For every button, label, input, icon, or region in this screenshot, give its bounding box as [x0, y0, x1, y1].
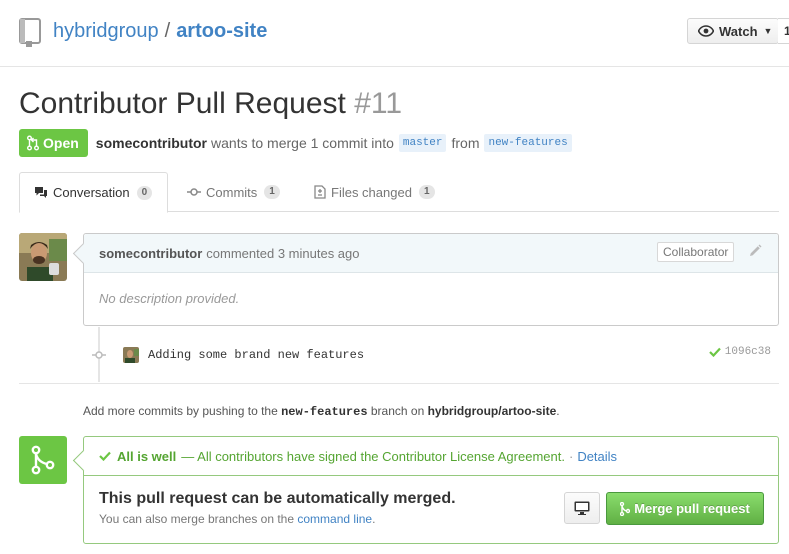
push-hint-branch: new-features [281, 405, 368, 419]
merge-subtext-period: . [372, 512, 376, 526]
tab-counter: 1 [264, 185, 280, 199]
role-badge: Collaborator [657, 242, 735, 262]
watch-label: Watch [719, 23, 758, 39]
divider [19, 383, 779, 384]
push-hint-period: . [556, 404, 560, 418]
tab-conversation[interactable]: Conversation 0 [19, 172, 168, 213]
commit-icon [92, 351, 106, 359]
merge-status-row: All is well — All contributors have sign… [84, 437, 778, 476]
push-hint-text: branch on [370, 404, 425, 418]
status-badge: Open [19, 129, 88, 157]
tab-commits[interactable]: Commits 1 [187, 172, 280, 212]
merge-subtext-text: You can also merge branches on the [99, 512, 295, 526]
comment-timestamp[interactable]: commented 3 minutes ago [206, 246, 359, 261]
tab-label: Commits [206, 184, 258, 200]
from-word: from [451, 135, 480, 151]
tab-label: Conversation [53, 185, 130, 200]
status-title: All is well [117, 448, 177, 464]
command-line-link[interactable]: command line [297, 512, 372, 526]
merge-subtext: You can also merge branches on the comma… [99, 512, 375, 526]
repo-separator: / [164, 20, 171, 42]
desktop-icon [574, 501, 590, 515]
details-link[interactable]: Details [577, 449, 617, 464]
tab-label: Files changed [331, 184, 412, 200]
commit-message[interactable]: Adding some brand new features [148, 348, 364, 362]
commit-icon [187, 188, 201, 196]
merge-status-icon [19, 436, 67, 484]
commit-sha-group: 1096c38 [709, 346, 771, 358]
commit-sha[interactable]: 1096c38 [725, 346, 771, 358]
tab-counter: 1 [418, 185, 435, 199]
push-hint-repo: hybridgroup/artoo-site [427, 404, 557, 418]
chevron-down-icon: ▼ [763, 26, 773, 36]
base-branch[interactable]: master [398, 134, 447, 152]
pr-number: #11 [354, 87, 403, 120]
pr-author[interactable]: somecontributor [96, 135, 207, 151]
merge-heading: This pull request can be automatically m… [99, 490, 456, 507]
avatar[interactable] [19, 233, 67, 281]
repo-name-link[interactable]: artoo-site [176, 20, 267, 42]
pr-title-text: Contributor Pull Request [19, 87, 346, 120]
merge-icon [31, 445, 55, 475]
repo-owner-link[interactable]: hybridgroup [53, 20, 159, 42]
repo-header: hybridgroup / artoo-site Watch ▼ 1 [0, 0, 789, 67]
status-badge-label: Open [43, 135, 79, 151]
push-hint: Add more commits by pushing to the new-f… [83, 404, 560, 419]
check-icon [709, 347, 721, 357]
repo-icon [19, 18, 41, 47]
status-separator: · [568, 448, 574, 464]
tab-counter: 0 [136, 185, 153, 200]
comment-box: somecontributor commented 3 minutes ago … [83, 233, 779, 326]
pr-summary: wants to merge 1 commit into [211, 135, 394, 151]
pull-request-icon [27, 135, 39, 151]
avatar[interactable] [123, 347, 139, 363]
push-hint-text: Add more commits by pushing to the [83, 404, 278, 418]
eye-icon [698, 25, 714, 37]
merge-icon [620, 501, 631, 516]
pr-tabs: Conversation 0 Commits 1 Files changed 1 [19, 172, 779, 213]
watch-button[interactable]: Watch ▼ [687, 18, 779, 44]
status-text: — All contributors have signed the Contr… [181, 448, 565, 464]
repo-title: hybridgroup / artoo-site [53, 19, 267, 43]
merge-pull-request-button[interactable]: Merge pull request [606, 492, 764, 525]
file-diff-icon [314, 185, 326, 199]
comment-header: somecontributor commented 3 minutes ago … [84, 234, 778, 273]
merge-panel: All is well — All contributors have sign… [83, 436, 779, 544]
watch-count[interactable]: 1 [778, 18, 789, 44]
pr-meta: Open somecontributor wants to merge 1 co… [19, 129, 577, 157]
check-icon [99, 451, 111, 461]
comment-body: No description provided. [99, 291, 240, 306]
tab-files-changed[interactable]: Files changed 1 [314, 172, 435, 212]
page-title: Contributor Pull Request #11 [19, 86, 402, 122]
commit-row: Adding some brand new features 1096c38 [123, 346, 771, 364]
merge-button-label: Merge pull request [634, 501, 750, 516]
pencil-icon[interactable] [748, 244, 762, 258]
comment-icon [35, 187, 47, 198]
open-in-desktop-button[interactable] [564, 492, 600, 524]
head-branch[interactable]: new-features [484, 134, 572, 152]
comment-author[interactable]: somecontributor [99, 246, 202, 261]
